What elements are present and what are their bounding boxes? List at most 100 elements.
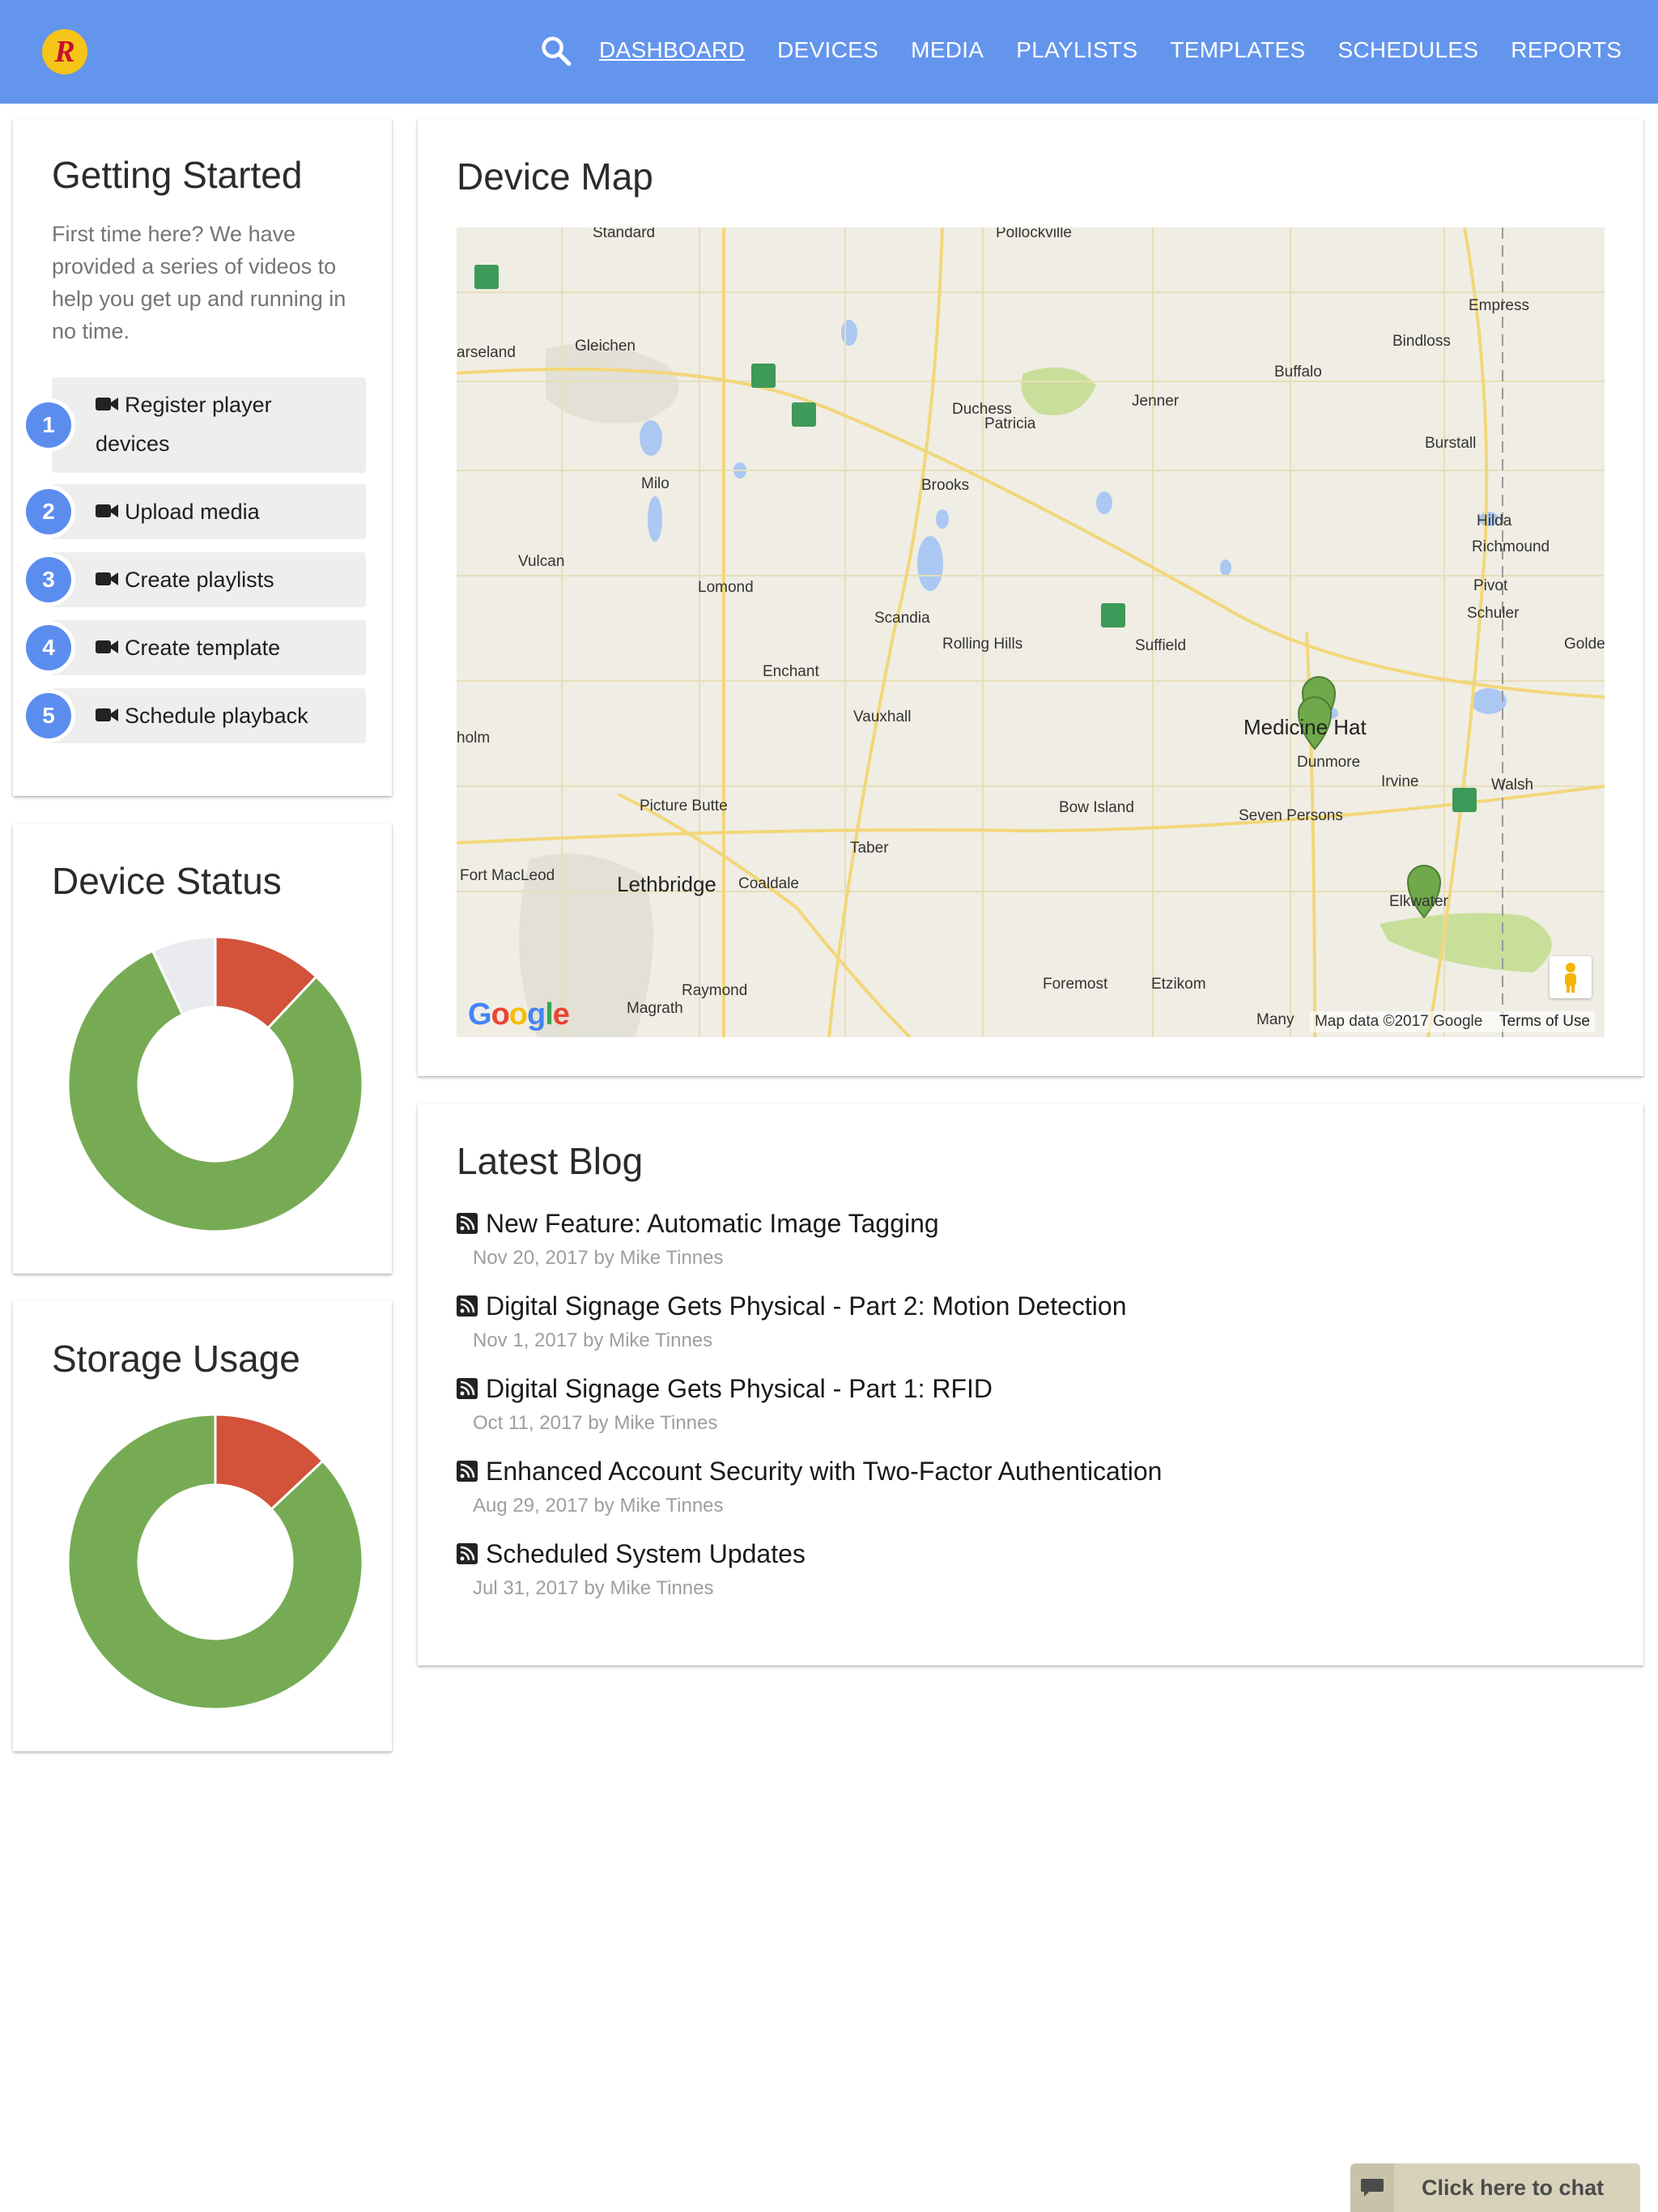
- map-place-label: Rolling Hills: [942, 636, 1023, 653]
- map-place-label: Buffalo: [1274, 364, 1322, 381]
- map-place-label: Irvine: [1381, 773, 1419, 790]
- rss-icon: [457, 1377, 478, 1399]
- video-camera-icon: [96, 572, 118, 585]
- step-label: Create template: [125, 636, 281, 660]
- terms-of-use-link[interactable]: Terms of Use: [1499, 1013, 1590, 1030]
- step-label: Upload media: [125, 500, 260, 524]
- nav-dashboard[interactable]: DASHBOARD: [599, 37, 745, 63]
- rss-icon: [457, 1212, 478, 1234]
- map-place-label: holm: [457, 730, 491, 747]
- blog-post-link[interactable]: New Feature: Automatic Image Tagging: [457, 1209, 939, 1239]
- step-schedule-playback[interactable]: 5 Schedule playback: [26, 688, 366, 743]
- terrain-area: [546, 343, 679, 423]
- park-area: [1380, 912, 1552, 972]
- park-icon: [1101, 603, 1125, 627]
- lake: [1220, 559, 1231, 576]
- blog-post: Digital Signage Gets Physical - Part 1: …: [457, 1374, 993, 1435]
- step-upload-media[interactable]: 2 Upload media: [26, 484, 366, 539]
- nav-reports[interactable]: REPORTS: [1511, 37, 1622, 63]
- storage-usage-card: Storage Usage: [13, 1301, 392, 1751]
- nav-templates[interactable]: TEMPLATES: [1170, 37, 1305, 63]
- lake: [640, 420, 662, 456]
- lake: [1096, 491, 1112, 514]
- lake: [648, 496, 662, 542]
- blog-post-meta: Nov 1, 2017 by Mike Tinnes: [473, 1329, 713, 1351]
- video-camera-icon: [96, 504, 118, 517]
- device-map[interactable]: Standard Pollockville Empress Bindloss G…: [457, 228, 1605, 1037]
- map-place-label: Vauxhall: [853, 708, 912, 725]
- step-label: Register player devices: [96, 393, 272, 456]
- lake: [936, 509, 949, 529]
- main-nav: DASHBOARD DEVICES MEDIA PLAYLISTS TEMPLA…: [599, 0, 1654, 100]
- nav-media[interactable]: MEDIA: [911, 37, 984, 63]
- lake: [841, 320, 857, 346]
- blog-post-title: Digital Signage Gets Physical - Part 2: …: [486, 1291, 1127, 1321]
- device-markers: [1297, 676, 1442, 919]
- park-icon: [792, 402, 816, 427]
- blog-post-link[interactable]: Enhanced Account Security with Two-Facto…: [457, 1457, 1162, 1487]
- blog-post-title: Digital Signage Gets Physical - Part 1: …: [486, 1374, 993, 1403]
- step-create-template[interactable]: 4 Create template: [26, 620, 366, 675]
- map-place-label: Richmound: [1472, 538, 1550, 555]
- step-number: 1: [26, 402, 71, 448]
- map-place-label: Suffield: [1135, 637, 1187, 654]
- map-place-label: Gleichen: [575, 338, 636, 355]
- map-place-label: Pollockville: [996, 228, 1072, 241]
- latest-blog-card: Latest Blog New Feature: Automatic Image…: [418, 1104, 1643, 1665]
- map-place-label: Coaldale: [738, 875, 799, 892]
- map-place-label: Walsh: [1491, 776, 1534, 793]
- step-create-playlists[interactable]: 3 Create playlists: [26, 552, 366, 607]
- video-camera-icon: [96, 640, 118, 653]
- map-place-label: Schuler: [1467, 605, 1520, 622]
- street-view-pegman-icon[interactable]: [1550, 956, 1592, 998]
- park-icon: [474, 265, 499, 289]
- device-status-card: Device Status: [13, 823, 392, 1274]
- nav-schedules[interactable]: SCHEDULES: [1337, 37, 1478, 63]
- blog-post-link[interactable]: Digital Signage Gets Physical - Part 2: …: [457, 1291, 1126, 1321]
- map-place-label: Bow Island: [1059, 799, 1134, 816]
- video-camera-icon: [96, 397, 118, 410]
- latest-blog-title: Latest Blog: [457, 1140, 644, 1182]
- rss-icon: [457, 1542, 478, 1564]
- map-place-label: Picture Butte: [640, 798, 728, 815]
- park-icon: [751, 364, 776, 388]
- map-place-label: Hilda: [1477, 513, 1512, 530]
- blog-post-title: New Feature: Automatic Image Tagging: [486, 1209, 939, 1238]
- nav-playlists[interactable]: PLAYLISTS: [1016, 37, 1137, 63]
- map-place-label: Many: [1256, 1011, 1295, 1028]
- app-logo[interactable]: R: [42, 29, 87, 74]
- step-register-player-devices[interactable]: 1 Register player devices: [26, 377, 366, 473]
- map-place-label: Patricia: [984, 415, 1036, 432]
- lake: [1471, 688, 1507, 714]
- chat-label: Click here to chat: [1422, 2175, 1605, 2200]
- map-place-label: Brooks: [921, 477, 970, 494]
- chat-button[interactable]: Click here to chat: [1350, 2163, 1640, 2212]
- device-status-title: Device Status: [52, 860, 282, 902]
- top-navigation-bar: R DASHBOARD DEVICES MEDIA PLAYLISTS TEMP…: [0, 0, 1658, 104]
- blog-post-link[interactable]: Scheduled System Updates: [457, 1539, 806, 1569]
- blog-post: New Feature: Automatic Image Tagging Nov…: [457, 1209, 939, 1270]
- lake: [917, 536, 943, 591]
- nav-devices[interactable]: DEVICES: [777, 37, 878, 63]
- map-place-label: Elkwater: [1389, 893, 1448, 910]
- map-place-label: Bindloss: [1392, 333, 1451, 350]
- blog-post-link[interactable]: Digital Signage Gets Physical - Part 1: …: [457, 1374, 993, 1404]
- device-status-donut-chart: [68, 937, 363, 1231]
- blog-post-title: Scheduled System Updates: [486, 1539, 806, 1568]
- map-place-label: Seven Persons: [1239, 807, 1343, 824]
- step-number: 3: [26, 557, 71, 602]
- blog-post: Enhanced Account Security with Two-Facto…: [457, 1457, 1162, 1517]
- search-icon[interactable]: [539, 34, 573, 68]
- blog-post-meta: Nov 20, 2017 by Mike Tinnes: [473, 1247, 724, 1269]
- park-area: [1021, 367, 1096, 415]
- map-place-label: Burstall: [1425, 435, 1477, 452]
- map-place-label: Dunmore: [1297, 754, 1361, 771]
- map-place-label: Lomond: [698, 579, 754, 596]
- map-place-label: Golde: [1564, 636, 1605, 653]
- blog-post: Scheduled System Updates Jul 31, 2017 by…: [457, 1539, 806, 1600]
- step-label: Schedule playback: [125, 704, 308, 728]
- storage-usage-donut-chart: [68, 1414, 363, 1709]
- map-place-label: Scandia: [874, 610, 930, 627]
- blog-post: Digital Signage Gets Physical - Part 2: …: [457, 1291, 1126, 1352]
- storage-usage-title: Storage Usage: [52, 1338, 300, 1380]
